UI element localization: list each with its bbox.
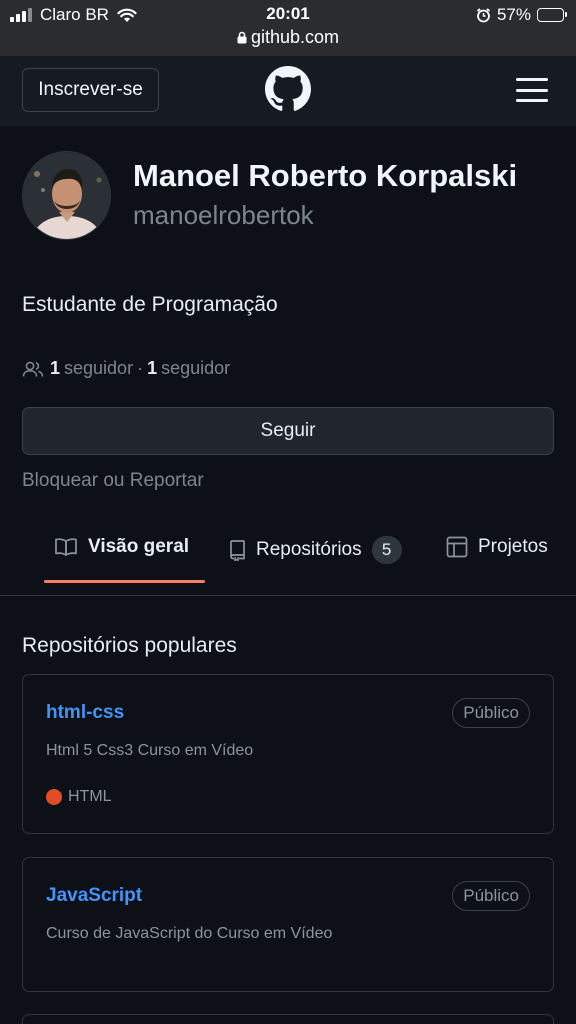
- book-icon: [55, 538, 77, 556]
- profile-tabs: Visão geral Repositórios 5 Projetos: [0, 520, 576, 596]
- avatar-photo: [23, 152, 110, 239]
- repo-card: JavaScript Público Curso de JavaScript d…: [22, 857, 554, 992]
- repo-name-link[interactable]: html-css: [46, 702, 124, 724]
- visibility-badge: Público: [452, 881, 530, 911]
- stats-separator: ·: [137, 358, 144, 378]
- repo-description: Curso de JavaScript do Curso em Vídeo: [46, 925, 333, 942]
- active-tab-indicator: [44, 580, 205, 583]
- status-bar: Claro BR 20:01 github.com 57%: [0, 0, 576, 56]
- profile-username: manoelrobertok: [133, 200, 314, 230]
- repo-description: Html 5 Css3 Curso em Vídeo: [46, 742, 254, 759]
- follow-button[interactable]: Seguir: [22, 407, 554, 455]
- tab-overview-label: Visão geral: [88, 536, 190, 557]
- repo-card: html-css Público Html 5 Css3 Curso em Ví…: [22, 674, 554, 834]
- lock-icon: [237, 31, 247, 44]
- tab-repositories-label: Repositórios: [256, 539, 362, 560]
- language-color-dot: [46, 789, 62, 805]
- address-bar[interactable]: github.com: [0, 27, 576, 48]
- profile-full-name: Manoel Roberto Korpalski: [133, 158, 518, 193]
- follow-stats: 1 seguidor · 1 seguidor: [22, 358, 230, 379]
- avatar[interactable]: [22, 151, 111, 240]
- repo-card-partial: [22, 1014, 554, 1024]
- repositories-counter: 5: [371, 536, 402, 564]
- block-or-report-link[interactable]: Bloquear ou Reportar: [22, 470, 204, 492]
- followers-count[interactable]: 1: [50, 358, 60, 379]
- repo-language: HTML: [46, 788, 112, 806]
- alarm-icon: [476, 7, 491, 22]
- hamburger-menu-icon[interactable]: [516, 78, 548, 102]
- status-right: 57%: [476, 5, 567, 25]
- tab-overview[interactable]: Visão geral: [54, 536, 189, 558]
- signup-button[interactable]: Inscrever-se: [22, 68, 159, 112]
- language-name: HTML: [68, 788, 112, 805]
- tab-repositories[interactable]: Repositórios 5: [228, 536, 402, 564]
- table-icon: [446, 536, 468, 558]
- url-text: github.com: [250, 27, 340, 47]
- tab-projects[interactable]: Projetos: [446, 536, 548, 558]
- battery-percent: 57%: [496, 5, 531, 24]
- people-icon: [22, 361, 44, 377]
- github-logo-icon[interactable]: [265, 66, 311, 112]
- site-header: Inscrever-se: [0, 56, 576, 126]
- followers-label[interactable]: seguidor: [64, 358, 133, 379]
- repo-icon: [230, 540, 245, 561]
- following-count[interactable]: 1: [147, 358, 157, 379]
- profile-bio: Estudante de Programação: [22, 293, 278, 316]
- battery-icon: [537, 8, 567, 22]
- tab-projects-label: Projetos: [478, 536, 548, 557]
- repo-name-link[interactable]: JavaScript: [46, 885, 142, 907]
- popular-repos-title: Repositórios populares: [22, 634, 237, 657]
- following-label[interactable]: seguidor: [161, 358, 230, 379]
- visibility-badge: Público: [452, 698, 530, 728]
